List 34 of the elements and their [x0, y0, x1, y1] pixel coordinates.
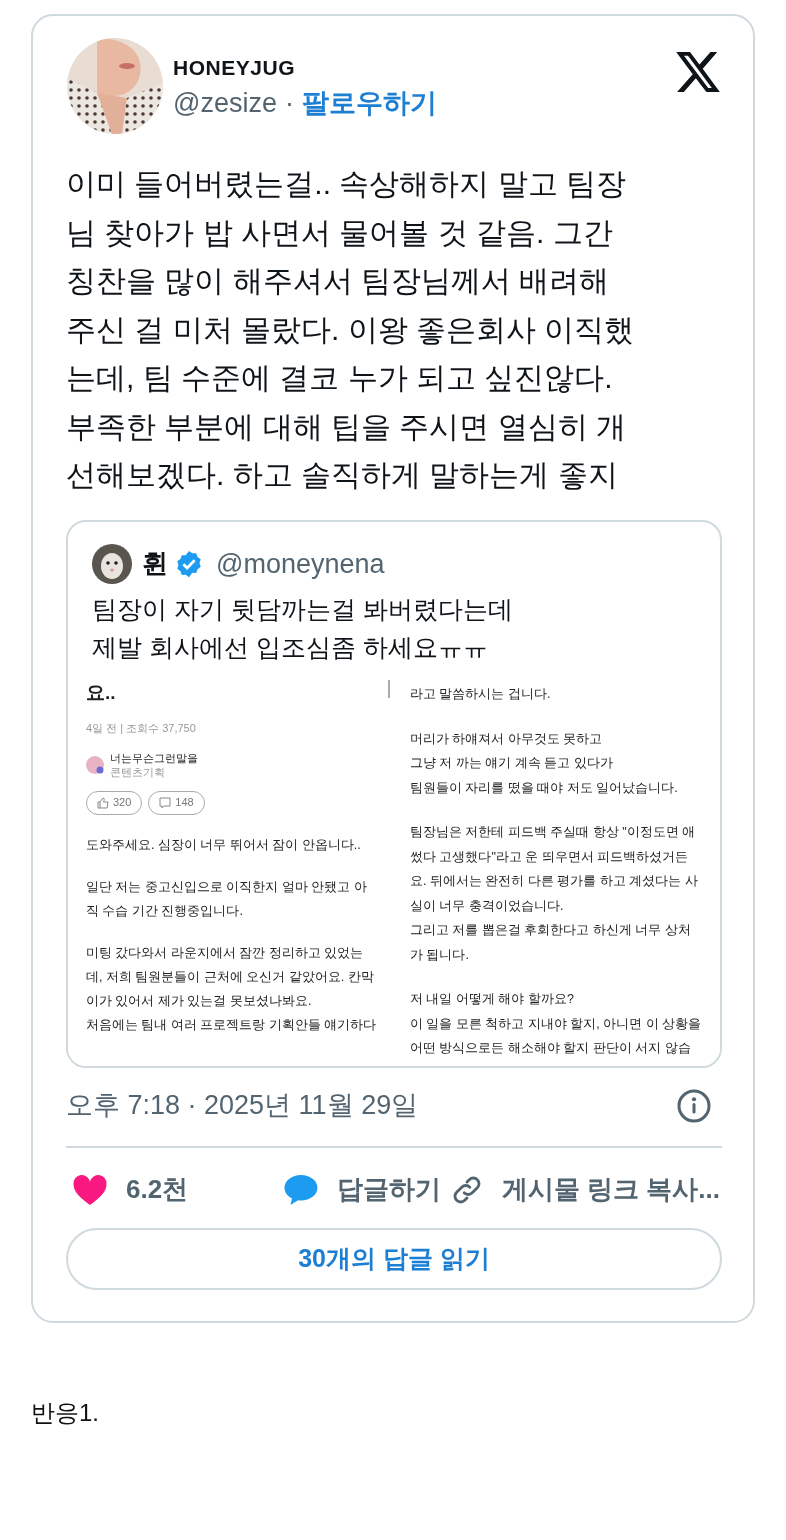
author-role: 콘텐츠기획 [110, 764, 166, 779]
post-paragraph: 일단 저는 중고신입으로 이직한지 얼마 안됐고 아 직 수습 기간 진행중입니다. [86, 878, 368, 920]
author-name: 너는무슨그런말을 [110, 750, 198, 765]
read-replies-button[interactable]: 30개의 답글 읽기 [66, 1227, 722, 1290]
avatar [92, 543, 132, 584]
timestamp: 오후 7:18 · 2025년 11월 29일 [66, 1089, 419, 1123]
comment-icon [159, 796, 172, 809]
post-meta: 4일 전 | 조회수 37,750 [86, 721, 197, 736]
post-title: 요.. [86, 681, 117, 705]
post-paragraph: 저 내일 어떻게 해야 할까요? 이 일을 모른 척하고 지내야 할지, 아니면 이 상황을 어떤 방식으로든 해소해야 할지 판단이 서지 않습 [410, 991, 702, 1057]
caption-text: 반응1. [31, 1398, 100, 1428]
like-button[interactable]: 6.2천 [72, 1170, 284, 1209]
separator-dot: · [284, 87, 294, 120]
reply-button[interactable]: 답글하기 [283, 1170, 450, 1209]
follow-link[interactable]: 팔로우하기 [301, 86, 437, 120]
speech-bubble-icon [283, 1172, 320, 1207]
author-name: HONEYJUG [173, 55, 297, 81]
quoted-tweet-text: 팀장이 자기 뒷담까는걸 봐버렸다는데 제발 회사에선 입조심좀 하세요ㅠㅠ [91, 594, 514, 663]
link-button[interactable]: 게시물 링크 복사... [449, 1170, 720, 1209]
author-handle: @moneynena [216, 547, 385, 581]
author-handle: @zesize [173, 87, 277, 120]
post-paragraph: 머리가 하얘져서 아무것도 못하고 그냥 저 까는 얘기 계속 듣고 있다가 팀원들이 자리를 떴을 때야 저도 일어났습니다. [410, 730, 679, 797]
post-paragraph: 미팅 갔다와서 라운지에서 잠깐 정리하고 있었는 데, 저희 팀원분들이 근처에 오신거 같았어요. 칸막 이가 있어서 제가 있는걸 못보셨나봐요. 처음에는 팀내 여러 프로젝트랑 기획안들 얘기하다 [86, 944, 378, 1034]
info-icon[interactable] [676, 1087, 712, 1124]
heart-icon [72, 1172, 108, 1207]
author-avatar-icon [86, 755, 104, 774]
quoted-tweet-card[interactable] [66, 519, 722, 1068]
thumbs-up-icon [97, 796, 109, 809]
author-name: 휜 [142, 547, 168, 581]
post-paragraph: 팀장님은 저한테 피드백 주실때 항상 "이정도면 애 썼다 고생했다"라고 운 띄우면서 피드백하셨거든 요. 뒤에서는 완전히 다른 평가를 하고 계셨다는 사 실이 너무 충격이었습니다. 그리고 저를 뽑은걸 후회한다고 하신게 너무 상처 가 됩니다. [410, 824, 699, 964]
post-paragraph: 라고 말씀하시는 겁니다. [410, 686, 552, 703]
post-paragraph: 도와주세요. 심장이 너무 뛰어서 잠이 안옵니다.. [86, 836, 362, 854]
tweet-text: 이미 들어버렸는걸.. 속상해하지 말고 팀장 님 찾아가 밥 사면서 물어볼 것 같음. 그간 칭찬을 많이 해주셔서 팀장님께서 배려해 주신 걸 미처 몰랐다. 이왕 좋은회사 이직했 는데, 팀 수준에 결코 누가 되고 싶진않다. 부족한 부분에 대해 팁을 주시면 열심히 개 선해보겠다. 하고 솔직하게 말하는게 좋지 [66, 166, 636, 493]
x-logo-icon[interactable] [676, 52, 720, 92]
